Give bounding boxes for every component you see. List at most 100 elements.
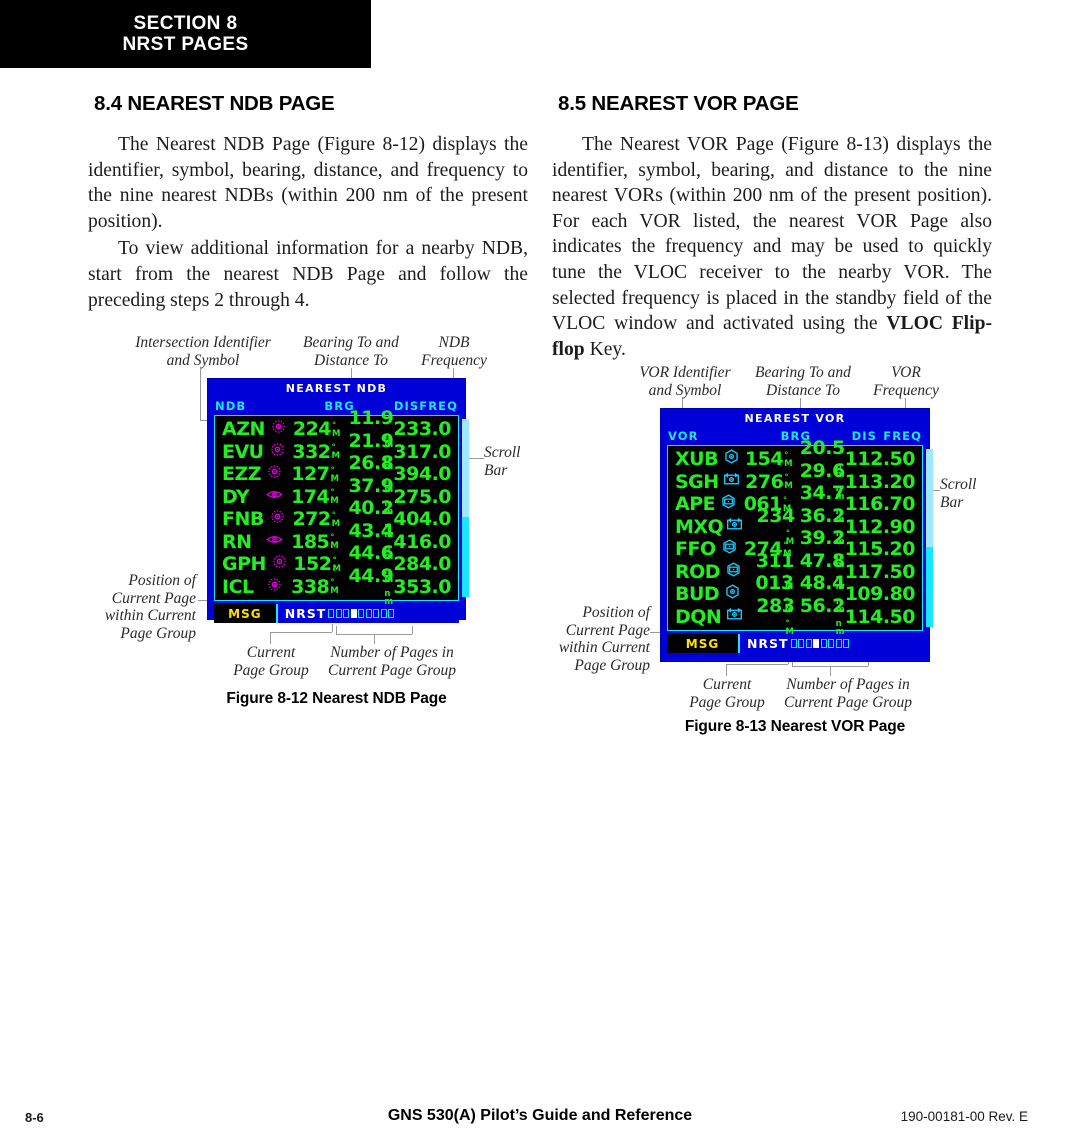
table-row[interactable]: DY 174 ° M 37.9 n m 275.0: [215, 475, 458, 517]
ndb-scrollbar[interactable]: [462, 419, 469, 597]
left-column: 8.4 NEAREST NDB PAGE The Nearest NDB Pag…: [88, 92, 528, 315]
row-frequency: 112.90: [844, 515, 916, 538]
ndb-anno-identifier: Intersection Identifier and Symbol: [135, 334, 271, 369]
ndb-gns-screen: NEAREST NDB NDB BRG DIS FREQ AZN 224 ° M 11.…: [207, 378, 469, 623]
row-frequency: 284.0: [393, 553, 451, 576]
ndb-leader-identifier-v2: [200, 380, 201, 420]
row-bearing: 152 ° M: [293, 553, 342, 575]
page-dot: [365, 609, 372, 618]
vor-icon: [725, 449, 738, 464]
ndb-leader-identifier-v: [200, 368, 201, 380]
row-bearing: 332 ° M: [291, 441, 341, 463]
row-identifier: MXQ: [675, 515, 724, 538]
page-dot: [388, 609, 395, 618]
row-distance-value: 26.8: [348, 452, 394, 475]
vor-anno-frequency: VOR Frequency: [873, 364, 939, 399]
ndb-locator-icon: [266, 490, 283, 498]
row-bearing: 174 ° M: [288, 486, 339, 508]
row-symbol: [266, 553, 293, 575]
row-distance-value: 11.9: [348, 407, 394, 430]
row-bearing-value: 013: [755, 572, 794, 595]
vor-paragraph-1-text-b: Key.: [584, 338, 626, 360]
vor-anno-current-page-group: Current Page Group: [689, 676, 765, 711]
table-row[interactable]: FNB 272 ° M 40.2 n m 404.0: [215, 497, 458, 539]
vor-list-container[interactable]: XUB 154 ° M 20.5 n m 112.50 SGH 276 ° M 29.6 n m 113.20…: [667, 437, 933, 637]
row-bearing: 272 ° M: [291, 508, 341, 530]
vor-paragraph-1-text-a: The Nearest VOR Page (Figure 8-13) displ…: [552, 134, 992, 335]
row-bearing-value: 332: [292, 440, 331, 463]
row-frequency: 416.0: [393, 530, 451, 553]
ndb-station-icon: [271, 510, 284, 524]
row-distance-value: 21.9: [348, 429, 394, 452]
page-dot: [835, 639, 842, 648]
row-frequency: 394.0: [393, 463, 452, 486]
page-dot: [373, 609, 380, 618]
row-bearing-value: 152: [293, 553, 332, 576]
row-distance-value: 40.2: [348, 497, 394, 520]
table-row[interactable]: EVU 332 ° M 21.9 n m 317.0: [215, 430, 458, 472]
ndb-scrollbar-thumb[interactable]: [462, 419, 469, 517]
vor-figure-caption: Figure 8-13 Nearest VOR Page: [684, 718, 906, 735]
row-frequency: 233.0: [393, 418, 451, 441]
ndb-anno-scrollbar: Scroll Bar: [484, 444, 521, 479]
ndb-anno-current-page-group: Current Page Group: [233, 644, 309, 679]
table-row[interactable]: AZN 224 ° M 11.9 n m 233.0: [215, 407, 458, 449]
vor-leader-group-v1: [726, 664, 727, 676]
ndb-leader-group-v2: [332, 624, 333, 632]
vortac-icon: [724, 472, 740, 485]
table-row[interactable]: GPH 152 ° M 44.6 n m 284.0: [215, 542, 458, 584]
row-bearing-unit: ° M: [785, 619, 794, 638]
ndb-anno-bearing: Bearing To and Distance To: [303, 334, 399, 369]
row-frequency: 109.80: [844, 583, 916, 606]
row-symbol: [720, 561, 746, 583]
page-dot: [343, 609, 350, 618]
section-8-5-heading: 8.5 NEAREST VOR PAGE: [558, 92, 799, 115]
ndb-station-icon: [268, 465, 282, 479]
ndb-message-button[interactable]: MSG: [214, 604, 276, 623]
row-distance-value: 36.2: [799, 504, 845, 527]
table-row[interactable]: ICL 338 ° M 44.9 n m 353.0: [215, 565, 458, 607]
row-bearing: 224 ° M: [292, 418, 341, 440]
vor-gns-screen: NEAREST VOR VOR BRG DIS FREQ XUB 154 ° M 20.…: [660, 408, 933, 662]
row-bearing-unit: ° M: [330, 578, 339, 597]
row-bearing: 276 ° M: [745, 471, 793, 493]
ndb-col-header-freq: FREQ: [419, 398, 459, 413]
ndb-station-icon: [272, 555, 286, 569]
vordme-icon: [722, 494, 735, 509]
row-distance-value: 37.9: [348, 474, 394, 497]
vor-leader-pages-v3: [830, 666, 831, 676]
ndb-leader-group-h: [270, 632, 332, 633]
table-row[interactable]: RN 185 ° M 43.4 n m 416.0: [215, 520, 458, 562]
ndb-list-container[interactable]: AZN 224 ° M 11.9 n m 233.0 EVU 332 ° M 21.9 n m 317.0 EZ…: [214, 407, 469, 607]
row-identifier: DQN: [675, 605, 722, 628]
ndb-figure-caption: Figure 8-12 Nearest NDB Page: [226, 690, 447, 707]
vortac-icon: [726, 607, 742, 620]
vor-message-button[interactable]: MSG: [667, 634, 738, 653]
table-row[interactable]: DQN 283 ° M 56.2 n m 114.50: [668, 595, 922, 637]
row-identifier: XUB: [675, 448, 719, 471]
vor-scrollbar-thumb[interactable]: [926, 449, 933, 547]
vor-anno-bearing: Bearing To and Distance To: [755, 364, 851, 399]
row-bearing: 127 ° M: [289, 463, 340, 485]
section-8-4-heading: 8.4 NEAREST NDB PAGE: [94, 92, 335, 115]
row-frequency: 117.50: [844, 560, 916, 583]
row-symbol: [715, 493, 742, 515]
row-distance-value: 56.2: [799, 594, 845, 617]
row-symbol: [719, 583, 745, 605]
vor-scrollbar[interactable]: [926, 449, 933, 627]
row-frequency: 114.50: [844, 605, 916, 628]
row-distance-value: 39.2: [799, 527, 845, 550]
table-row[interactable]: EZZ 127 ° M 26.8 n m 394.0: [215, 452, 458, 494]
row-bearing-value: 185: [291, 530, 330, 553]
row-frequency: 113.20: [844, 470, 916, 493]
row-symbol: [261, 486, 289, 508]
row-identifier: AZN: [222, 418, 265, 441]
page-dot: [328, 609, 335, 618]
ndb-locator-icon: [266, 535, 283, 543]
row-frequency: 115.20: [844, 538, 916, 561]
row-frequency: 116.70: [844, 493, 916, 516]
section-banner-line1: SECTION 8: [133, 13, 238, 34]
vor-page-dots: [789, 639, 850, 648]
ndb-screen-title: NEAREST NDB: [285, 382, 388, 395]
row-distance-value: 43.4: [348, 519, 394, 542]
